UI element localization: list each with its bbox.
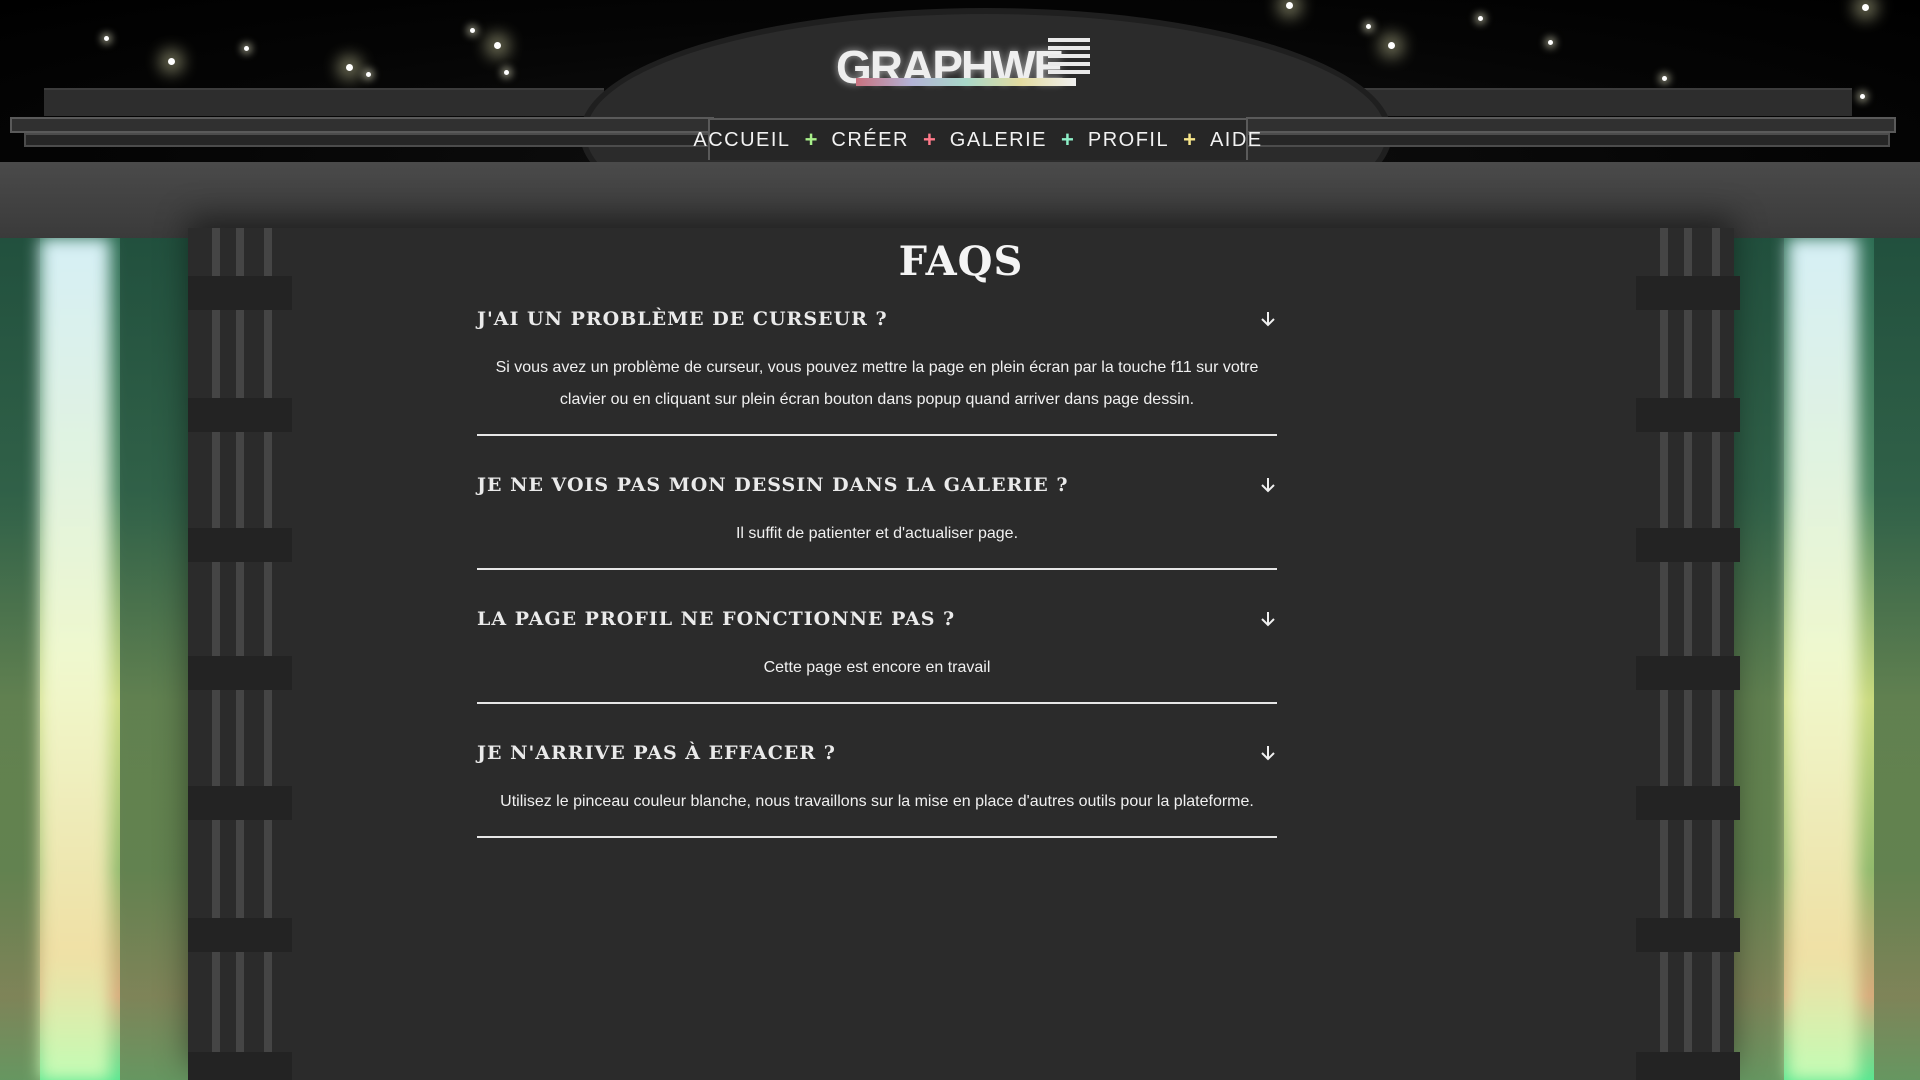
star-decoration <box>1860 94 1865 99</box>
star-decoration <box>1286 2 1293 9</box>
roof-ledge-left <box>44 88 604 116</box>
faq-item: Je n'arrive pas à effacer ? Utilisez le … <box>477 730 1277 838</box>
faq-question: J'ai un problème de curseur ? <box>477 308 888 330</box>
arrow-down-icon[interactable] <box>1259 610 1277 628</box>
faq-item: La page profil ne fonctionne pas ? Cette… <box>477 596 1277 704</box>
side-panel-left <box>0 238 190 1080</box>
nav-separator: + <box>922 127 936 152</box>
faq-list: J'ai un problème de curseur ? Si vous av… <box>477 296 1277 864</box>
nav-separator: + <box>1061 127 1074 152</box>
roof-rail-lower-right <box>1246 133 1890 147</box>
roof-rail-left <box>10 117 714 133</box>
star-decoration <box>366 72 371 77</box>
arrow-down-icon[interactable] <box>1259 310 1277 328</box>
star-decoration <box>104 36 109 41</box>
faq-question-toggle[interactable]: Je n'arrive pas à effacer ? <box>477 742 1277 764</box>
star-decoration <box>1862 4 1869 11</box>
faq-question: La page profil ne fonctionne pas ? <box>477 608 956 630</box>
star-decoration <box>244 46 249 51</box>
roof-rail-right <box>1246 117 1896 133</box>
faq-answer: Si vous avez un problème de curseur, vou… <box>495 359 1259 408</box>
faq-question-toggle[interactable]: Je ne vois pas mon dessin dans la galeri… <box>477 474 1277 496</box>
roof-rail-lower-left <box>24 133 714 147</box>
pillar-left <box>188 228 292 1080</box>
star-decoration <box>1366 24 1371 29</box>
faq-board: FAQS J'ai un problème de curseur ? Si vo… <box>188 228 1740 1080</box>
logo-stripes <box>1048 38 1090 78</box>
faq-question: Je n'arrive pas à effacer ? <box>477 742 836 764</box>
star-decoration <box>1662 76 1667 81</box>
star-decoration <box>346 64 353 71</box>
nav-separator: + <box>1183 127 1196 152</box>
page-title: FAQS <box>898 238 1024 285</box>
star-decoration <box>494 42 501 49</box>
roof-ledge-right <box>1356 88 1852 116</box>
faq-question: Je ne vois pas mon dessin dans la galeri… <box>477 474 1069 496</box>
page: GRAPHWE ACCUEIL + CRÉER + GALERIE + PROF… <box>0 0 1920 1080</box>
faq-item: Je ne vois pas mon dessin dans la galeri… <box>477 462 1277 570</box>
star-decoration <box>1548 40 1553 45</box>
star-decoration <box>1388 42 1395 49</box>
faq-question-toggle[interactable]: J'ai un problème de curseur ? <box>477 308 1277 330</box>
arrow-down-icon[interactable] <box>1259 744 1277 762</box>
logo-color-bar <box>856 78 1076 86</box>
faq-item: J'ai un problème de curseur ? Si vous av… <box>477 296 1277 436</box>
side-panel-right <box>1734 238 1920 1080</box>
faq-question-toggle[interactable]: La page profil ne fonctionne pas ? <box>477 608 1277 630</box>
nav-item-accueil[interactable]: ACCUEIL <box>693 129 790 152</box>
site-logo[interactable]: GRAPHWE <box>836 34 1094 92</box>
pillar-right <box>1636 228 1740 1080</box>
nav-item-creer[interactable]: CRÉER <box>831 129 909 152</box>
star-decoration <box>168 58 175 65</box>
main-nav: ACCUEIL + CRÉER + GALERIE + PROFIL + AID… <box>693 118 1261 160</box>
header-sky: GRAPHWE ACCUEIL + CRÉER + GALERIE + PROF… <box>0 0 1920 162</box>
nav-item-galerie[interactable]: GALERIE <box>950 129 1047 152</box>
faq-answer: Il suffit de patienter et d'actualiser p… <box>735 525 1019 542</box>
nav-item-aide[interactable]: AIDE <box>1210 129 1263 152</box>
star-decoration <box>470 28 475 33</box>
star-decoration <box>504 70 509 75</box>
star-decoration <box>1478 16 1483 21</box>
nav-item-profil[interactable]: PROFIL <box>1088 129 1169 152</box>
nav-separator: + <box>804 127 818 152</box>
faq-answer: Utilisez le pinceau couleur blanche, nou… <box>500 793 1254 810</box>
faq-answer: Cette page est encore en travail <box>763 659 991 676</box>
arrow-down-icon[interactable] <box>1259 476 1277 494</box>
